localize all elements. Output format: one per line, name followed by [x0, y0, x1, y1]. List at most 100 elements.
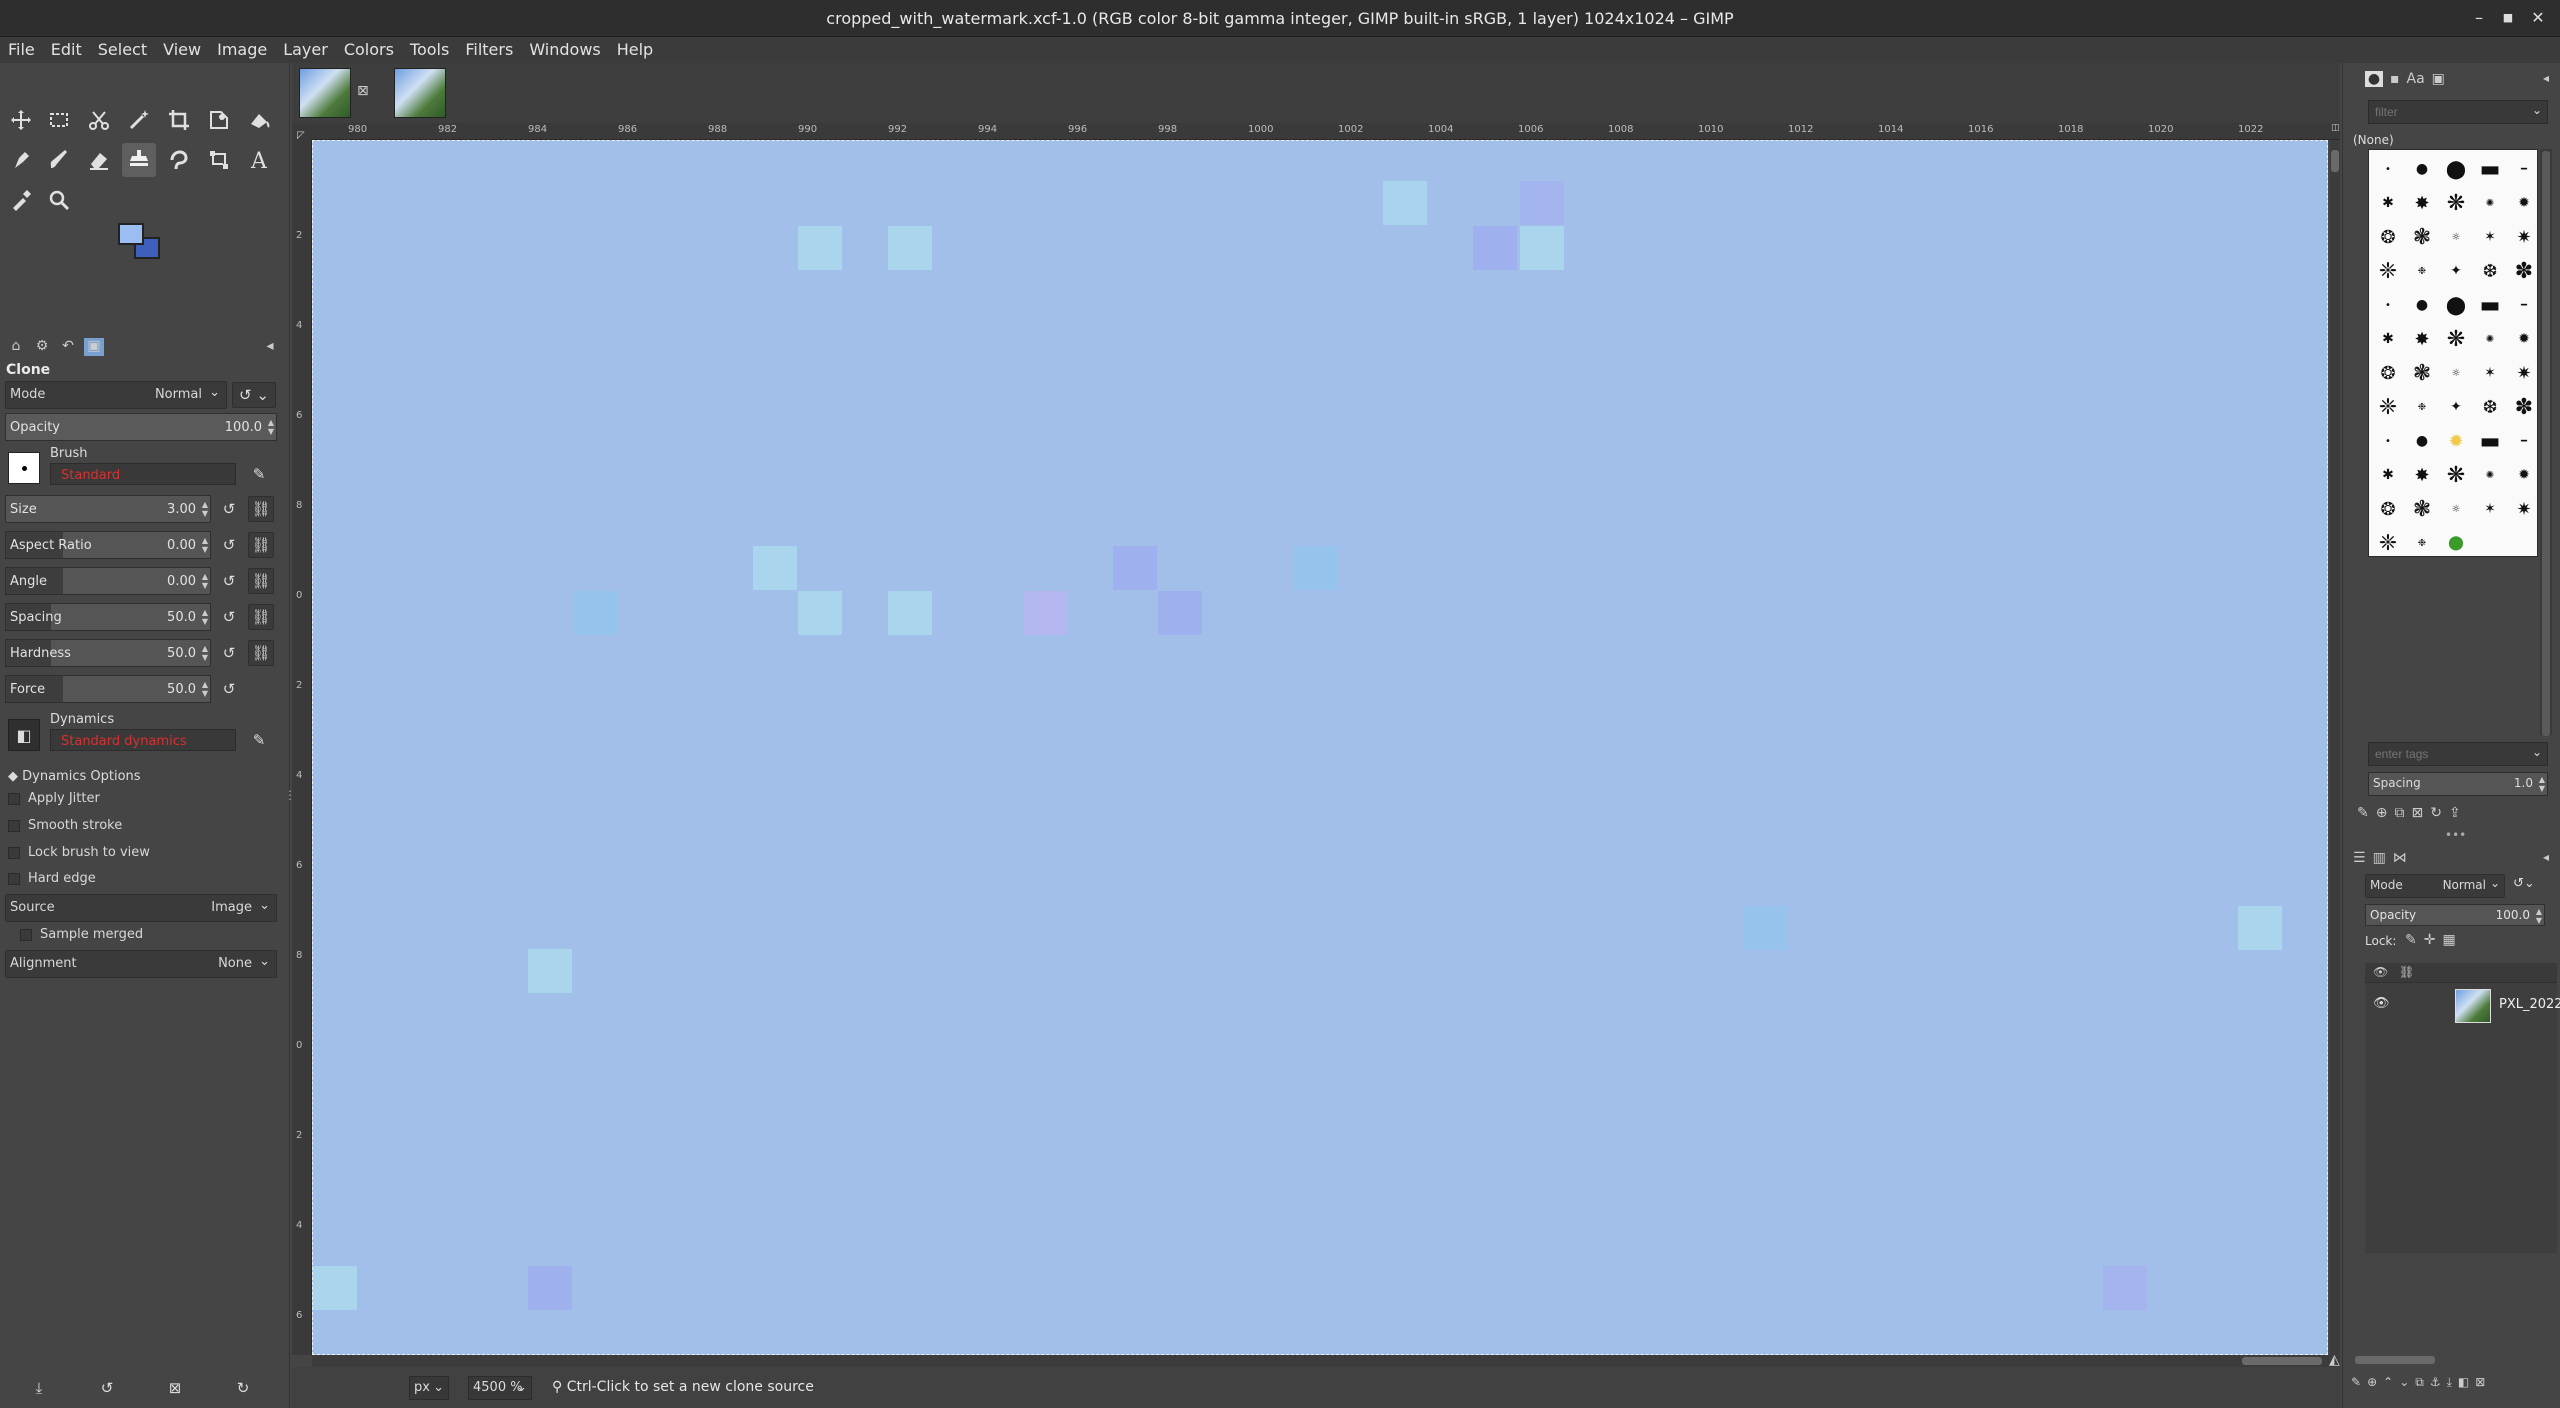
brush-thumbnail[interactable]: ❆	[2475, 392, 2505, 422]
brush-spacing-slider[interactable]: Spacing 1.0 ▲ ▼	[2368, 772, 2548, 796]
reset-value-icon[interactable]: ↺	[216, 604, 242, 630]
zoom-follow-icon[interactable]: ◭	[2329, 1352, 2340, 1368]
spacing-slider[interactable]: Spacing 50.0 ▲ ▼	[5, 603, 211, 631]
reset-value-icon[interactable]: ↺	[216, 532, 242, 558]
mode-reset-icon[interactable]: ↺ ⌄	[232, 382, 276, 408]
lock-brush-checkbox[interactable]	[8, 847, 20, 859]
vertical-scrollbar[interactable]	[2330, 140, 2340, 1355]
close-tab-icon[interactable]: ⊠	[357, 83, 369, 99]
unified-transform-tool-icon[interactable]	[202, 103, 236, 137]
lock-alpha-icon[interactable]: ▦	[2442, 932, 2455, 948]
brush-thumbnail[interactable]: ✦	[2441, 392, 2471, 422]
eraser-tool-icon[interactable]	[82, 143, 116, 177]
patterns-tab-icon[interactable]: ▪	[2390, 71, 2400, 87]
brush-thumbnail[interactable]: ✷	[2509, 358, 2539, 388]
brush-thumbnail[interactable]: ✱	[2373, 188, 2403, 218]
brush-thumbnail[interactable]: ❂	[2373, 358, 2403, 388]
menu-filters[interactable]: Filters	[457, 37, 521, 63]
brush-thumbnail[interactable]: ❈	[2373, 528, 2403, 558]
dock-menu-icon[interactable]: ◂	[260, 338, 280, 356]
brush-thumbnail[interactable]: ✺	[2475, 324, 2505, 354]
aspect-ratio-slider[interactable]: Aspect Ratio 0.00 ▲ ▼	[5, 531, 211, 559]
zoom-tool-icon[interactable]	[42, 183, 76, 217]
brush-thumbnail[interactable]: ❂	[2373, 494, 2403, 524]
brush-grid[interactable]: • ● ⬤ ▬ ━ ✱ ✸ ❋ ✺ ✹ ❂ ❃ ☼ ✶ ✷ ❈ ❉ ✦ ❆ ✽ • ● ⬤ ▬ ━ ✱ ✸ ❋ ✺ ✹ ❂ ❃ ☼ ✶ ✷ ❈ ❉ ✦ ❆ ✽…	[2368, 149, 2538, 557]
hardness-slider[interactable]: Hardness 50.0 ▲ ▼	[5, 639, 211, 667]
raise-layer-icon[interactable]: ⌃	[2383, 1375, 2393, 1390]
brush-filter-input[interactable]	[2368, 100, 2548, 124]
sample-merged-checkbox[interactable]	[20, 929, 32, 941]
brush-thumbnail[interactable]: ✹	[2509, 460, 2539, 490]
angle-slider[interactable]: Angle 0.00 ▲ ▼	[5, 567, 211, 595]
channels-tab-icon[interactable]: ▥	[2373, 850, 2386, 866]
brush-thumbnail[interactable]: ✶	[2475, 494, 2505, 524]
brush-thumbnail[interactable]: ⬤	[2441, 290, 2471, 320]
brush-name-field[interactable]: Standard	[50, 463, 236, 485]
layers-hscroll-thumb[interactable]	[2355, 1356, 2435, 1364]
close-window-button[interactable]: ✕	[2527, 7, 2549, 29]
chain-link-icon[interactable]: ⛓	[248, 604, 274, 630]
foreground-color-swatch[interactable]	[118, 223, 144, 245]
brush-thumbnail[interactable]: ✺	[2475, 188, 2505, 218]
delete-layer-icon[interactable]: ⊠	[2475, 1375, 2485, 1390]
anchor-layer-icon[interactable]: ⚓	[2430, 1375, 2441, 1390]
open-brush-icon[interactable]: ⇪	[2449, 805, 2461, 821]
fg-bg-color-swatches[interactable]	[118, 223, 164, 269]
chain-link-icon[interactable]: ⛓	[248, 640, 274, 666]
paths-tool-icon[interactable]	[202, 143, 236, 177]
image-tab-2-thumbnail[interactable]	[394, 68, 446, 118]
spin-arrows-icon[interactable]: ▲ ▼	[202, 536, 208, 554]
brush-tags-input[interactable]	[2368, 742, 2548, 766]
brush-thumbnail[interactable]: ✦	[2441, 256, 2471, 286]
brush-thumbnail[interactable]: ⬤	[2441, 154, 2471, 184]
reset-value-icon[interactable]: ↺	[216, 568, 242, 594]
brush-thumbnail[interactable]: ❉	[2407, 528, 2437, 558]
scissors-select-tool-icon[interactable]	[82, 103, 116, 137]
brush-thumbnail[interactable]: ●	[2407, 290, 2437, 320]
layer-mode-reset-icon[interactable]: ↺⌄	[2513, 876, 2535, 891]
crop-tool-icon[interactable]	[162, 103, 196, 137]
clone-tool-icon[interactable]	[122, 143, 156, 177]
edit-brush-icon[interactable]: ✎	[2357, 805, 2369, 821]
paint-bucket-tool-icon[interactable]	[242, 103, 276, 137]
brush-thumbnail[interactable]: ▬	[2475, 426, 2505, 456]
brush-thumbnail[interactable]: ✸	[2407, 460, 2437, 490]
document-history-tab-icon[interactable]: ▣	[2432, 71, 2445, 87]
brush-thumbnail[interactable]: ✷	[2509, 222, 2539, 252]
spin-arrows-icon[interactable]: ▲ ▼	[2539, 775, 2545, 793]
brush-thumbnail[interactable]: ━	[2509, 426, 2539, 456]
brush-thumbnail[interactable]: ━	[2509, 290, 2539, 320]
brush-thumbnail[interactable]: ❉	[2407, 256, 2437, 286]
brush-preview[interactable]	[8, 452, 40, 484]
brush-grid-scrollbar[interactable]	[2540, 149, 2552, 736]
refresh-brushes-icon[interactable]: ↻	[2430, 805, 2442, 821]
image-canvas[interactable]	[312, 140, 2328, 1355]
chain-link-icon[interactable]: ⛓	[248, 568, 274, 594]
delete-brush-icon[interactable]: ⊠	[2411, 805, 2423, 821]
maximize-button[interactable]: ■	[2497, 7, 2519, 29]
smooth-stroke-checkbox[interactable]	[8, 820, 20, 832]
dynamics-preview-icon[interactable]: ◧	[8, 719, 40, 751]
image-tab-1-thumbnail[interactable]	[299, 68, 351, 118]
edit-layer-icon[interactable]: ✎	[2351, 1375, 2361, 1390]
dock-menu-icon[interactable]: ◂	[2543, 71, 2549, 85]
brush-thumbnail[interactable]: ▬	[2475, 154, 2505, 184]
lock-position-icon[interactable]: ✛	[2424, 932, 2436, 948]
new-brush-icon[interactable]: ⊕	[2376, 805, 2388, 821]
ink-tool-icon[interactable]	[4, 143, 38, 177]
brush-thumbnail[interactable]: ☼	[2441, 494, 2471, 524]
size-slider[interactable]: Size 3.00 ▲ ▼	[5, 495, 211, 523]
undo-history-tab-icon[interactable]: ↶	[58, 338, 78, 356]
menu-file[interactable]: File	[0, 37, 43, 63]
chain-link-icon[interactable]: ⛓	[248, 532, 274, 558]
brush-thumbnail[interactable]: ❃	[2407, 222, 2437, 252]
menu-image[interactable]: Image	[209, 37, 275, 63]
brush-thumbnail[interactable]: ━	[2509, 154, 2539, 184]
brush-thumbnail[interactable]: ❂	[2373, 222, 2403, 252]
text-tool-icon[interactable]: A	[242, 143, 276, 177]
alignment-select[interactable]: Alignment None ⌄	[5, 950, 277, 978]
color-picker-tool-icon[interactable]	[4, 183, 38, 217]
spin-arrows-icon[interactable]: ▲ ▼	[202, 680, 208, 698]
dynamics-options-expander[interactable]: ◆ Dynamics Options	[8, 769, 141, 784]
apply-jitter-checkbox[interactable]	[8, 793, 20, 805]
